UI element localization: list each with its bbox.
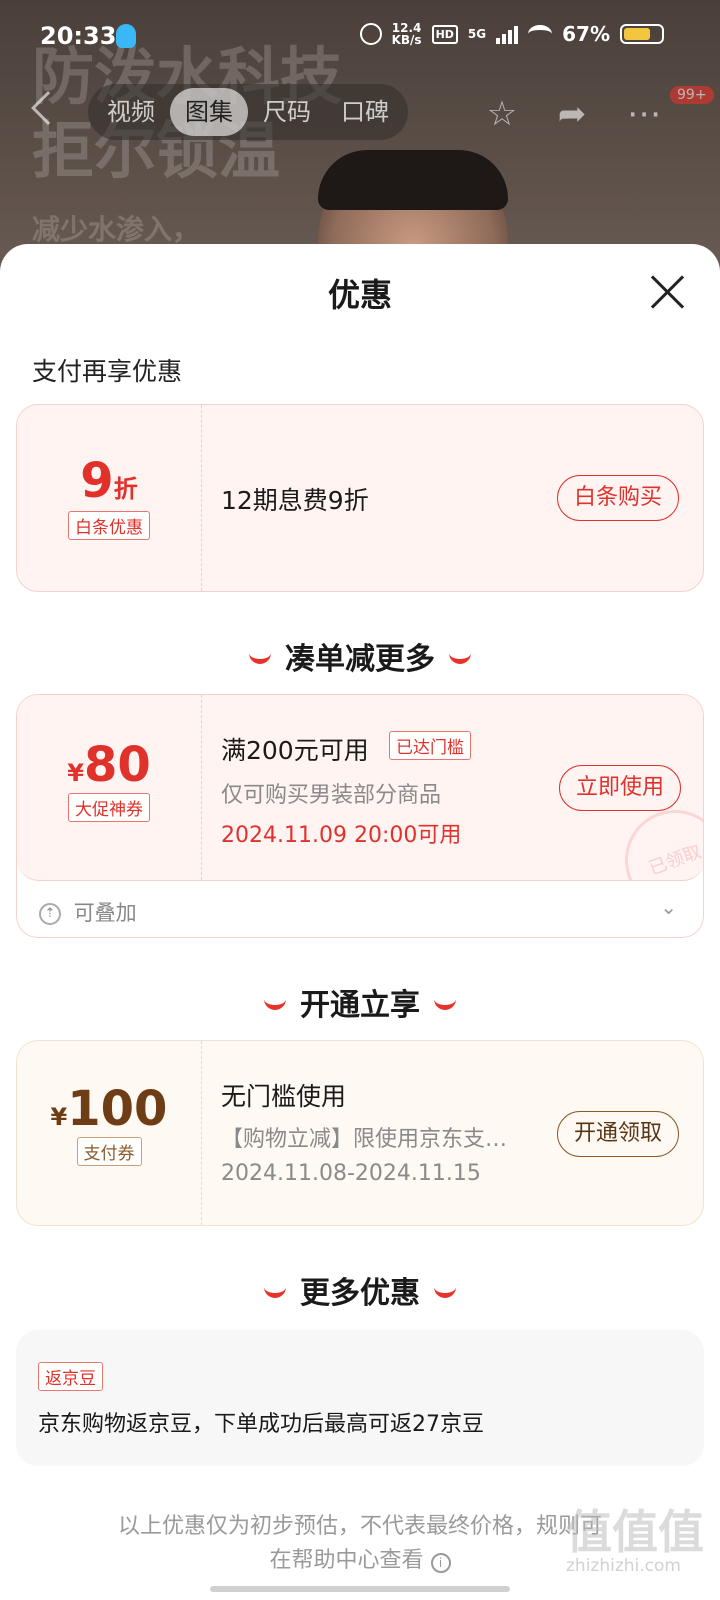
signal-icon xyxy=(496,24,519,44)
status-bar: 20:33 12.4 KB/s HD 5G 67% xyxy=(0,0,720,72)
activate-claim-button[interactable]: 开通领取 xyxy=(556,1111,679,1157)
network-type: 5G xyxy=(467,27,487,41)
hd-icon: HD xyxy=(431,24,458,44)
share-icon[interactable]: ➦ xyxy=(554,96,590,132)
alarm-icon xyxy=(359,23,382,45)
coupon-80-scope: 仅可购买男装部分商品 xyxy=(221,783,442,808)
star-icon[interactable]: ☆ xyxy=(484,96,520,132)
battery-percent: 67% xyxy=(562,22,610,46)
stack-icon: ⇡ xyxy=(39,903,61,925)
section-heading-open: 开通立享 xyxy=(0,980,720,1024)
coupon-100-title: 无门槛使用 xyxy=(221,1082,347,1111)
pay-section-label: 支付再享优惠 xyxy=(32,357,183,386)
use-now-button[interactable]: 立即使用 xyxy=(558,765,681,811)
stackable-label: 可叠加 xyxy=(73,901,137,925)
help-center-link[interactable]: 在帮助中心查看 xyxy=(269,1548,423,1573)
info-icon[interactable]: i xyxy=(430,1553,451,1573)
network-speed: 12.4 KB/s xyxy=(391,21,422,47)
coupon-80-amount: ¥80 xyxy=(67,737,151,793)
more-icon[interactable]: ⋯ xyxy=(626,96,662,132)
baitiao-tag: 白条优惠 xyxy=(68,511,150,540)
baitiao-desc: 12期息费9折 xyxy=(221,486,369,515)
message-badge: 99+ xyxy=(670,86,714,104)
coupon-100-card: ¥100 支付券 无门槛使用 【购物立减】限使用京东支… 2024.11.08-… xyxy=(16,1040,704,1226)
baitiao-amount: 9折 xyxy=(80,453,138,509)
battery-icon xyxy=(620,24,664,44)
jingdou-card: 返京豆 京东购物返京豆，下单成功后最高可返27京豆 xyxy=(16,1330,704,1466)
jingdou-tag: 返京豆 xyxy=(38,1362,103,1391)
sheet-title: 优惠 xyxy=(327,276,392,314)
coupon-100-tag: 支付券 xyxy=(76,1137,142,1166)
baitiao-card: 9折 白条优惠 12期息费9折 白条购买 xyxy=(16,404,704,592)
tab-gallery[interactable]: 图集 xyxy=(170,88,248,136)
baitiao-buy-button[interactable]: 白条购买 xyxy=(556,475,679,521)
discount-sheet: 优惠 支付再享优惠 9折 白条优惠 12期息费9折 白条购买 凑单减更多 ¥80… xyxy=(0,244,720,1600)
coupon-100-scope: 【购物立减】限使用京东支… xyxy=(221,1127,508,1152)
coupon-100-time: 2024.11.08-2024.11.15 xyxy=(221,1161,481,1186)
section-heading-more: 更多优惠 xyxy=(0,1268,720,1312)
tab-reviews[interactable]: 口碑 xyxy=(326,88,404,136)
coupon-80-time: 2024.11.09 20:00可用 xyxy=(221,823,462,848)
top-nav: 视频 图集 尺码 口碑 ☆ ➦ ⋯ 99+ xyxy=(0,84,720,140)
coupon-80-title: 满200元可用 xyxy=(221,736,369,765)
coupon-80-card: ¥80 大促神券 满200元可用 已达门槛 仅可购买男装部分商品 2024.11… xyxy=(16,694,704,938)
close-icon[interactable] xyxy=(650,274,686,310)
stackable-row[interactable]: ⇡ 可叠加 xyxy=(39,897,137,927)
qq-notification-icon xyxy=(116,24,136,48)
watermark-url: zhizhizhi.com xyxy=(566,1556,681,1576)
wifi-icon xyxy=(528,25,553,43)
back-arrow-icon[interactable] xyxy=(31,91,65,125)
watermark-logo: 值值值 xyxy=(566,1505,704,1559)
status-time: 20:33 xyxy=(40,22,117,50)
home-indicator[interactable] xyxy=(210,1586,510,1592)
coupon-80-tag: 大促神券 xyxy=(68,793,150,822)
coupon-100-amount: ¥100 xyxy=(50,1081,168,1137)
media-tabs: 视频 图集 尺码 口碑 xyxy=(88,84,408,140)
tab-video[interactable]: 视频 xyxy=(92,88,170,136)
tab-size[interactable]: 尺码 xyxy=(248,88,326,136)
section-heading-bundle: 凑单减更多 xyxy=(0,634,720,678)
jingdou-desc: 京东购物返京豆，下单成功后最高可返27京豆 xyxy=(38,1412,484,1437)
chevron-down-icon[interactable]: ⌄ xyxy=(660,895,677,919)
threshold-reached-tag: 已达门槛 xyxy=(389,731,471,760)
